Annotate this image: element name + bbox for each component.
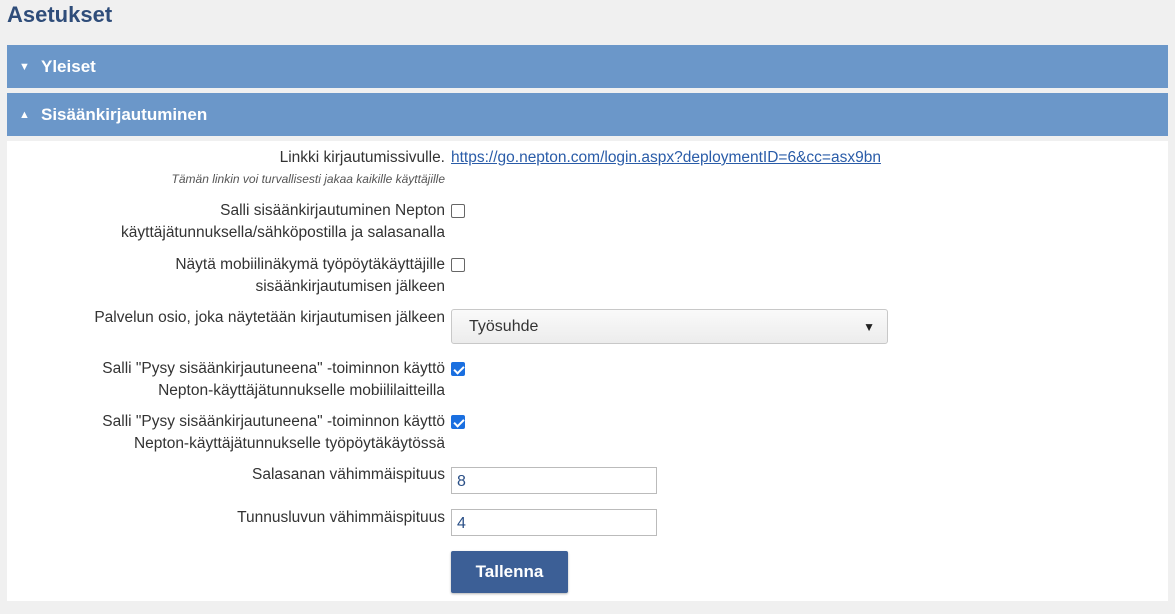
section-header-general[interactable]: ▼ Yleiset [7, 45, 1168, 88]
section-label-login: Sisäänkirjautuminen [41, 104, 208, 124]
stay-logged-desktop-label: Salli "Pysy sisäänkirjautuneena" -toimin… [102, 413, 445, 452]
row-mobile-view: Näytä mobiilinäkymä työpöytäkäyttäjille … [7, 254, 1168, 295]
allow-nepton-login-checkbox[interactable] [451, 204, 465, 218]
min-pin-input[interactable]: 4 [451, 509, 657, 536]
landing-section-label: Palvelun osio, joka näytetään kirjautumi… [94, 309, 445, 326]
section-label-general: Yleiset [41, 56, 96, 76]
mobile-view-label: Näytä mobiilinäkymä työpöytäkäyttäjille … [175, 256, 445, 295]
stay-logged-desktop-checkbox[interactable] [451, 415, 465, 429]
landing-section-select[interactable]: Työsuhde ▼ [451, 309, 888, 344]
row-stay-logged-mobile: Salli "Pysy sisäänkirjautuneena" -toimin… [7, 358, 1168, 399]
login-link-label: Linkki kirjautumissivulle. Tämän linkin … [5, 147, 445, 189]
login-link-hint: Tämän linkin voi turvallisesti jakaa kai… [171, 172, 445, 186]
min-password-label: Salasanan vähimmäispituus [252, 466, 445, 483]
save-button[interactable]: Tallenna [451, 551, 568, 593]
stay-logged-mobile-label: Salli "Pysy sisäänkirjautuneena" -toimin… [102, 360, 445, 399]
caret-down-icon: ▼ [19, 60, 30, 73]
mobile-view-checkbox[interactable] [451, 258, 465, 272]
row-allow-nepton-login: Salli sisäänkirjautuminen Nepton käyttäj… [7, 200, 1168, 241]
section-header-login[interactable]: ▲ Sisäänkirjautuminen [7, 93, 1168, 136]
login-link[interactable]: https://go.nepton.com/login.aspx?deploym… [451, 147, 881, 169]
min-password-input[interactable]: 8 [451, 467, 657, 494]
stay-logged-mobile-checkbox[interactable] [451, 362, 465, 376]
min-pin-label: Tunnusluvun vähimmäispituus [237, 509, 445, 526]
row-stay-logged-desktop: Salli "Pysy sisäänkirjautuneena" -toimin… [7, 411, 1168, 452]
login-settings-panel: Linkki kirjautumissivulle. Tämän linkin … [7, 141, 1168, 601]
caret-up-icon: ▲ [19, 108, 30, 121]
triangle-down-icon: ▼ [863, 319, 875, 334]
landing-section-value: Työsuhde [469, 317, 539, 335]
page-title: Asetukset [7, 2, 113, 27]
allow-nepton-login-label: Salli sisäänkirjautuminen Nepton käyttäj… [121, 202, 445, 241]
